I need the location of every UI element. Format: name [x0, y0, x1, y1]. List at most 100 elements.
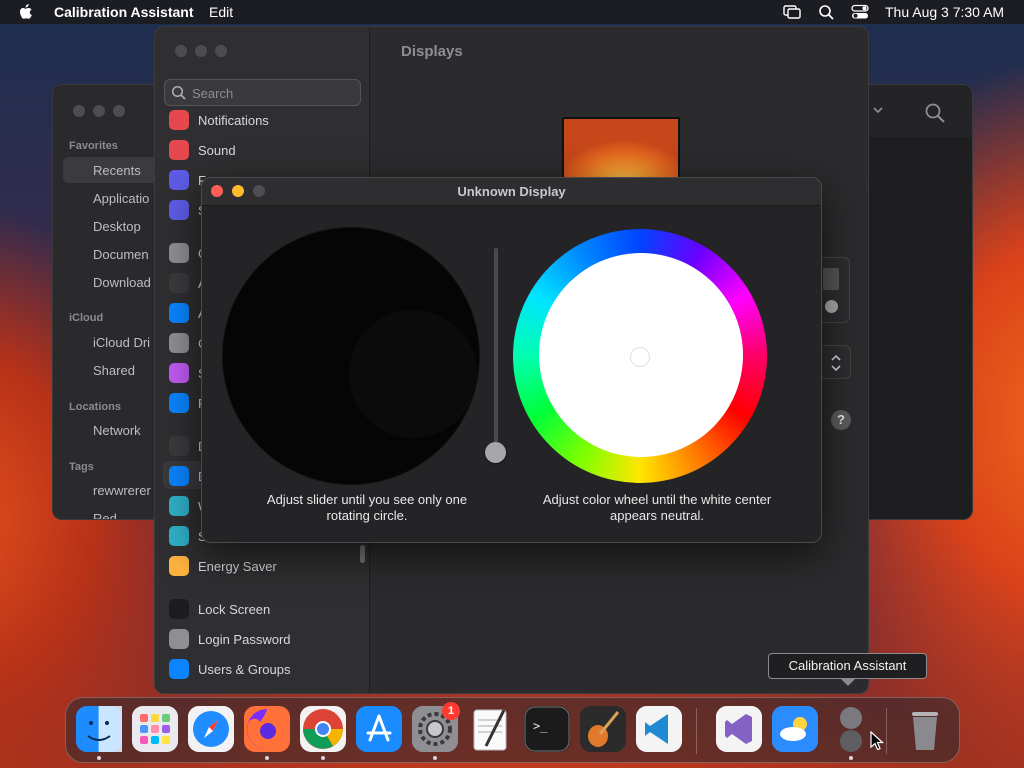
settings-category-icon — [169, 170, 189, 190]
settings-close-button[interactable] — [175, 45, 187, 57]
svg-text:>_: >_ — [533, 719, 548, 733]
left-caption-line: rotating circle. — [326, 508, 408, 523]
settings-category-icon — [169, 436, 189, 456]
settings-category-icon — [169, 629, 189, 649]
spotlight-search-icon[interactable] — [818, 4, 836, 20]
finder-zoom-button[interactable] — [113, 105, 125, 117]
settings-sidebar-item[interactable]: Lock Screen — [169, 598, 270, 620]
finder-icon[interactable] — [76, 706, 122, 752]
settings-category-icon — [169, 393, 189, 413]
app-store-icon[interactable] — [356, 706, 402, 752]
left-caption: Adjust slider until you see only one rot… — [222, 492, 512, 524]
chevron-down-icon[interactable] — [871, 103, 885, 117]
settings-category-icon — [169, 140, 189, 160]
settings-category-icon — [169, 466, 189, 486]
settings-sidebar-item-label: Energy Saver — [198, 558, 277, 574]
settings-sidebar-scrollbar[interactable] — [360, 545, 365, 563]
settings-minimize-button[interactable] — [195, 45, 207, 57]
sidebar-section-favorites: Favorites — [69, 140, 118, 152]
app-name-menu[interactable]: Calibration Assistant — [54, 4, 194, 20]
sidebar-item-recents[interactable]: Recents — [93, 163, 141, 178]
menu-bar-clock[interactable]: Thu Aug 3 7:30 AM — [885, 4, 1004, 20]
settings-sidebar-item[interactable]: Energy Saver — [169, 555, 277, 577]
chrome-icon[interactable] — [300, 706, 346, 752]
dock-running-indicator — [265, 756, 269, 760]
sidebar-item-downloads[interactable]: Download — [93, 275, 151, 290]
apple-menu-icon[interactable] — [18, 3, 34, 21]
sidebar-item-tag[interactable]: Red — [93, 511, 117, 519]
help-button[interactable]: ? — [831, 410, 851, 430]
sidebar-section-icloud: iCloud — [69, 312, 104, 324]
settings-category-icon — [169, 599, 189, 619]
firefox-icon[interactable] — [244, 706, 290, 752]
dialog-close-button[interactable] — [211, 185, 223, 197]
dialog-titlebar: Unknown Display — [202, 178, 821, 206]
dialog-minimize-button[interactable] — [232, 185, 244, 197]
settings-sidebar-item-label: Login Password — [198, 631, 291, 647]
dialog-zoom-button[interactable] — [253, 185, 265, 197]
control-center-icon[interactable] — [851, 4, 869, 20]
settings-category-icon — [169, 303, 189, 323]
finder-window-controls — [73, 105, 125, 117]
settings-category-icon — [169, 363, 189, 383]
mouse-cursor-icon — [870, 731, 884, 751]
dialog-window-controls — [211, 185, 265, 197]
settings-sidebar-item[interactable]: Users & Groups — [169, 658, 290, 680]
sidebar-item-icloud-drive[interactable]: iCloud Dri — [93, 335, 150, 350]
notification-badge: 1 — [442, 702, 460, 720]
terminal-icon[interactable]: >_ — [524, 706, 570, 752]
page-title: Displays — [401, 43, 463, 60]
calibration-dialog: Unknown Display Adjust slider until you … — [201, 177, 822, 543]
display-preview-thumbnail[interactable] — [562, 117, 680, 179]
textedit-icon[interactable] — [468, 706, 514, 752]
dock-running-indicator — [433, 756, 437, 760]
sidebar-item-network[interactable]: Network — [93, 423, 141, 438]
sidebar-section-locations: Locations — [69, 401, 121, 413]
gamma-slider-track[interactable] — [494, 248, 498, 454]
edit-menu[interactable]: Edit — [209, 4, 233, 20]
dialog-title: Unknown Display — [457, 184, 566, 199]
garageband-icon[interactable] — [580, 706, 626, 752]
up-down-chevron-icon — [831, 354, 841, 372]
finder-content-area — [869, 137, 972, 519]
visual-studio-icon[interactable] — [716, 706, 762, 752]
settings-category-icon — [169, 243, 189, 263]
settings-sidebar-item[interactable]: Notifications — [169, 109, 269, 131]
dock-running-indicator — [97, 756, 101, 760]
launchpad-icon[interactable] — [132, 706, 178, 752]
finder-search-icon[interactable] — [923, 101, 947, 125]
settings-sidebar-item-label: Users & Groups — [198, 661, 291, 677]
settings-category-icon — [169, 333, 189, 353]
settings-sidebar-item-label: Lock Screen — [198, 601, 271, 617]
color-wheel[interactable] — [513, 229, 767, 483]
settings-sidebar-item-label: Notifications — [198, 112, 269, 128]
sidebar-item-desktop[interactable]: Desktop — [93, 219, 141, 234]
weather-icon[interactable] — [772, 706, 818, 752]
settings-sidebar-item[interactable]: Sound — [169, 139, 236, 161]
vscode-icon[interactable] — [636, 706, 682, 752]
settings-category-icon — [169, 200, 189, 220]
color-wheel-handle[interactable] — [630, 347, 650, 367]
settings-category-icon — [169, 496, 189, 516]
search-icon — [171, 85, 186, 100]
finder-close-button[interactable] — [73, 105, 85, 117]
calibration-assistant-icon[interactable] — [828, 706, 874, 752]
settings-window-controls — [175, 45, 227, 57]
right-caption-line: Adjust color wheel until the white cente… — [542, 492, 772, 507]
settings-zoom-button[interactable] — [215, 45, 227, 57]
settings-sidebar-item-label: Sound — [198, 142, 236, 158]
sidebar-item-tag[interactable]: rewwrerer — [93, 483, 151, 498]
settings-sidebar-item[interactable]: Login Password — [169, 628, 291, 650]
settings-search-field[interactable]: Search — [164, 79, 361, 106]
sidebar-item-documents[interactable]: Documen — [93, 247, 149, 262]
display-popup-stepper[interactable] — [819, 345, 851, 379]
sidebar-item-shared[interactable]: Shared — [93, 363, 135, 378]
trash-icon[interactable] — [902, 706, 948, 752]
settings-category-icon — [169, 526, 189, 546]
gamma-slider-knob[interactable] — [485, 442, 506, 463]
sidebar-item-applications[interactable]: Applicatio — [93, 191, 149, 206]
dock-running-indicator — [321, 756, 325, 760]
finder-minimize-button[interactable] — [93, 105, 105, 117]
screen-mirroring-icon[interactable] — [783, 4, 801, 20]
safari-icon[interactable] — [188, 706, 234, 752]
